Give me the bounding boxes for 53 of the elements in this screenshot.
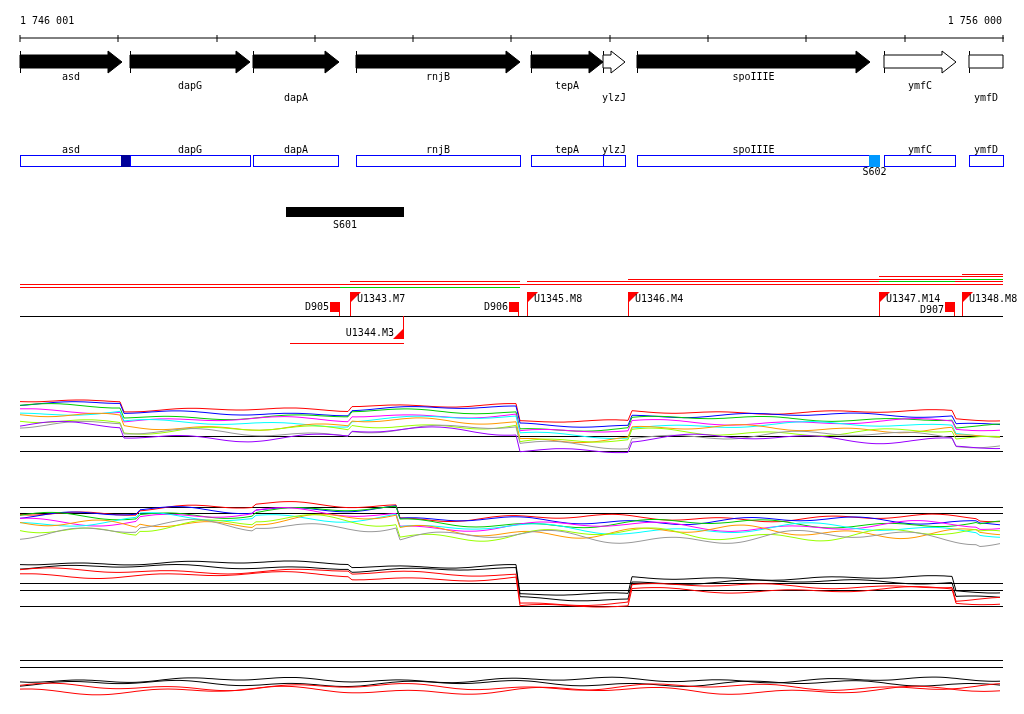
feature-label: ylzJ (601, 144, 627, 155)
gene-arrow[interactable] (530, 50, 604, 74)
ruler-end-label: 1 756 000 (947, 15, 1002, 26)
feature-label: ymfD (973, 144, 999, 155)
gene-arrow[interactable] (355, 50, 521, 74)
marker-label: D905 (304, 301, 329, 312)
marker-label: U1346.M4 (635, 293, 684, 304)
gene-label: ylzJ (601, 92, 627, 103)
gene-label: dapA (283, 92, 309, 103)
feature-box[interactable] (603, 155, 626, 167)
marker-label: U1345.M8 (534, 293, 583, 304)
feature-label: asd (61, 144, 81, 155)
feature-label: tepA (554, 144, 580, 155)
ruler-start-label: 1 746 001 (20, 15, 75, 26)
gene-arrow[interactable] (252, 50, 340, 74)
feature-box[interactable] (130, 155, 251, 167)
marker-label: U1343.M7 (357, 293, 406, 304)
square-marker[interactable] (330, 301, 340, 317)
gene-arrow[interactable] (636, 50, 871, 74)
gene-label: ymfD (973, 92, 999, 103)
feature-label: rnjB (425, 144, 451, 155)
marker-label: D906 (483, 301, 508, 312)
feature-box[interactable] (637, 155, 870, 167)
marker-label: U1348.M8 (969, 293, 1018, 304)
marker-label: D907 (919, 304, 944, 315)
feature-box[interactable] (884, 155, 956, 167)
site-marker (869, 155, 880, 167)
gene-arrow[interactable] (19, 50, 123, 74)
gene-label: spoIIIE (732, 71, 775, 82)
gene-label: tepA (554, 80, 580, 91)
feature-box[interactable] (356, 155, 521, 167)
site-label: S602 (862, 166, 887, 177)
feature-label: dapG (177, 144, 203, 155)
site-marker (121, 155, 130, 167)
feature-box[interactable] (20, 155, 122, 167)
gene-arrow[interactable] (129, 50, 251, 74)
feature-label: dapA (283, 144, 309, 155)
marker-label: U1344.M3 (345, 327, 394, 338)
marker-label: U1347.M14 (886, 293, 941, 304)
feature-label: ymfC (907, 144, 933, 155)
flag-marker[interactable] (393, 315, 404, 340)
gene-label: ymfC (907, 80, 933, 91)
feature-label: spoIIIE (732, 144, 775, 155)
feature-box[interactable] (253, 155, 339, 167)
gene-label: rnjB (425, 71, 451, 82)
feature-box[interactable] (969, 155, 1004, 167)
feature-box[interactable] (531, 155, 604, 167)
square-marker[interactable] (509, 301, 519, 317)
gene-arrow[interactable] (602, 50, 626, 74)
square-marker[interactable] (945, 301, 955, 317)
gene-label: dapG (177, 80, 203, 91)
region-label: S601 (332, 219, 358, 230)
gene-label: asd (61, 71, 81, 82)
